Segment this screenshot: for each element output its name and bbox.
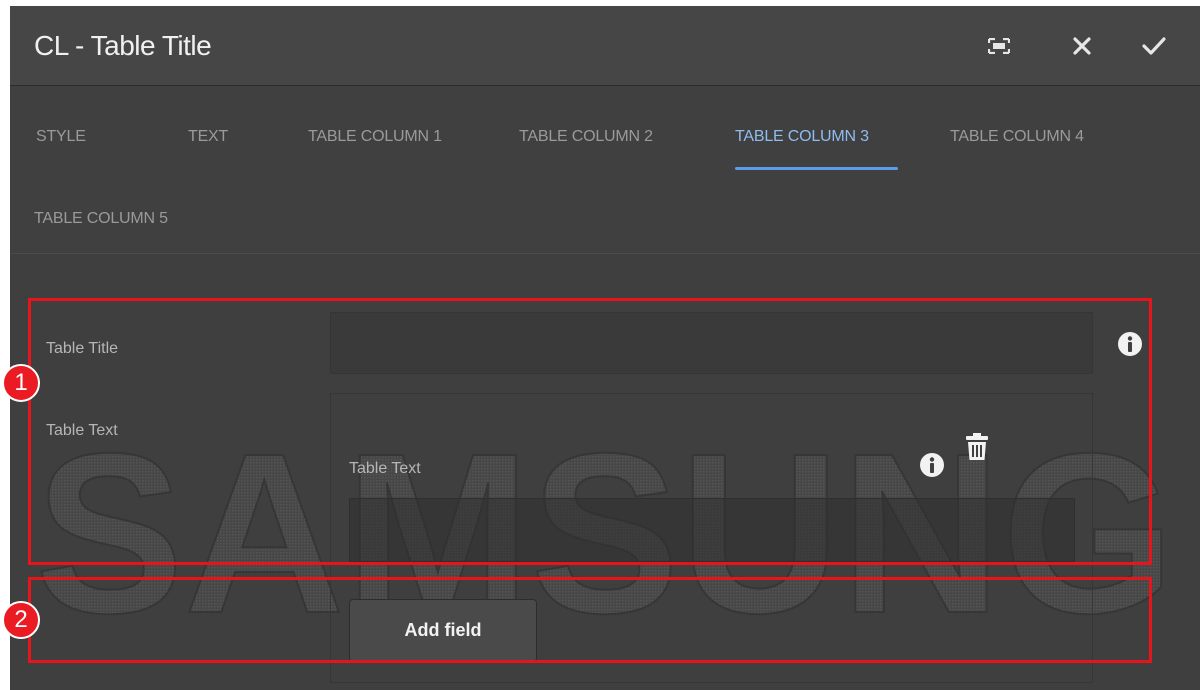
info-icon[interactable] (919, 452, 945, 478)
tab-text[interactable]: TEXT (188, 128, 228, 146)
dialog-header: CL - Table Title (10, 6, 1200, 86)
tab-table-column-1[interactable]: TABLE COLUMN 1 (308, 128, 442, 146)
tab-bar: STYLE TEXT TABLE COLUMN 1 TABLE COLUMN 2… (10, 86, 1200, 254)
table-text-input[interactable] (349, 498, 1075, 562)
table-title-label: Table Title (46, 340, 119, 357)
tab-style[interactable]: STYLE (36, 128, 86, 146)
dialog: CL - Table Title STYLE TEXT TABLE COLUMN… (10, 6, 1200, 690)
active-tab-indicator (735, 167, 898, 170)
check-icon[interactable] (1138, 30, 1170, 62)
tab-table-column-4[interactable]: TABLE COLUMN 4 (950, 128, 1084, 146)
form-panel: SAMSUNG Table Title Table Text Table Tex… (10, 255, 1200, 690)
tab-table-column-3[interactable]: TABLE COLUMN 3 (735, 128, 869, 146)
item-label: Table Text (349, 460, 421, 477)
trash-icon[interactable] (963, 432, 991, 462)
annotation-badge-2: 2 (2, 601, 40, 639)
table-title-input[interactable] (330, 312, 1093, 374)
info-icon[interactable] (1117, 331, 1143, 357)
close-icon[interactable] (1066, 30, 1098, 62)
tab-table-column-2[interactable]: TABLE COLUMN 2 (519, 128, 653, 146)
annotation-badge-1: 1 (2, 364, 40, 402)
add-field-button[interactable]: Add field (349, 599, 537, 662)
table-text-label: Table Text (46, 422, 118, 439)
tab-table-column-5[interactable]: TABLE COLUMN 5 (34, 210, 168, 228)
fullscreen-icon[interactable] (983, 30, 1015, 62)
dialog-title: CL - Table Title (34, 30, 212, 61)
